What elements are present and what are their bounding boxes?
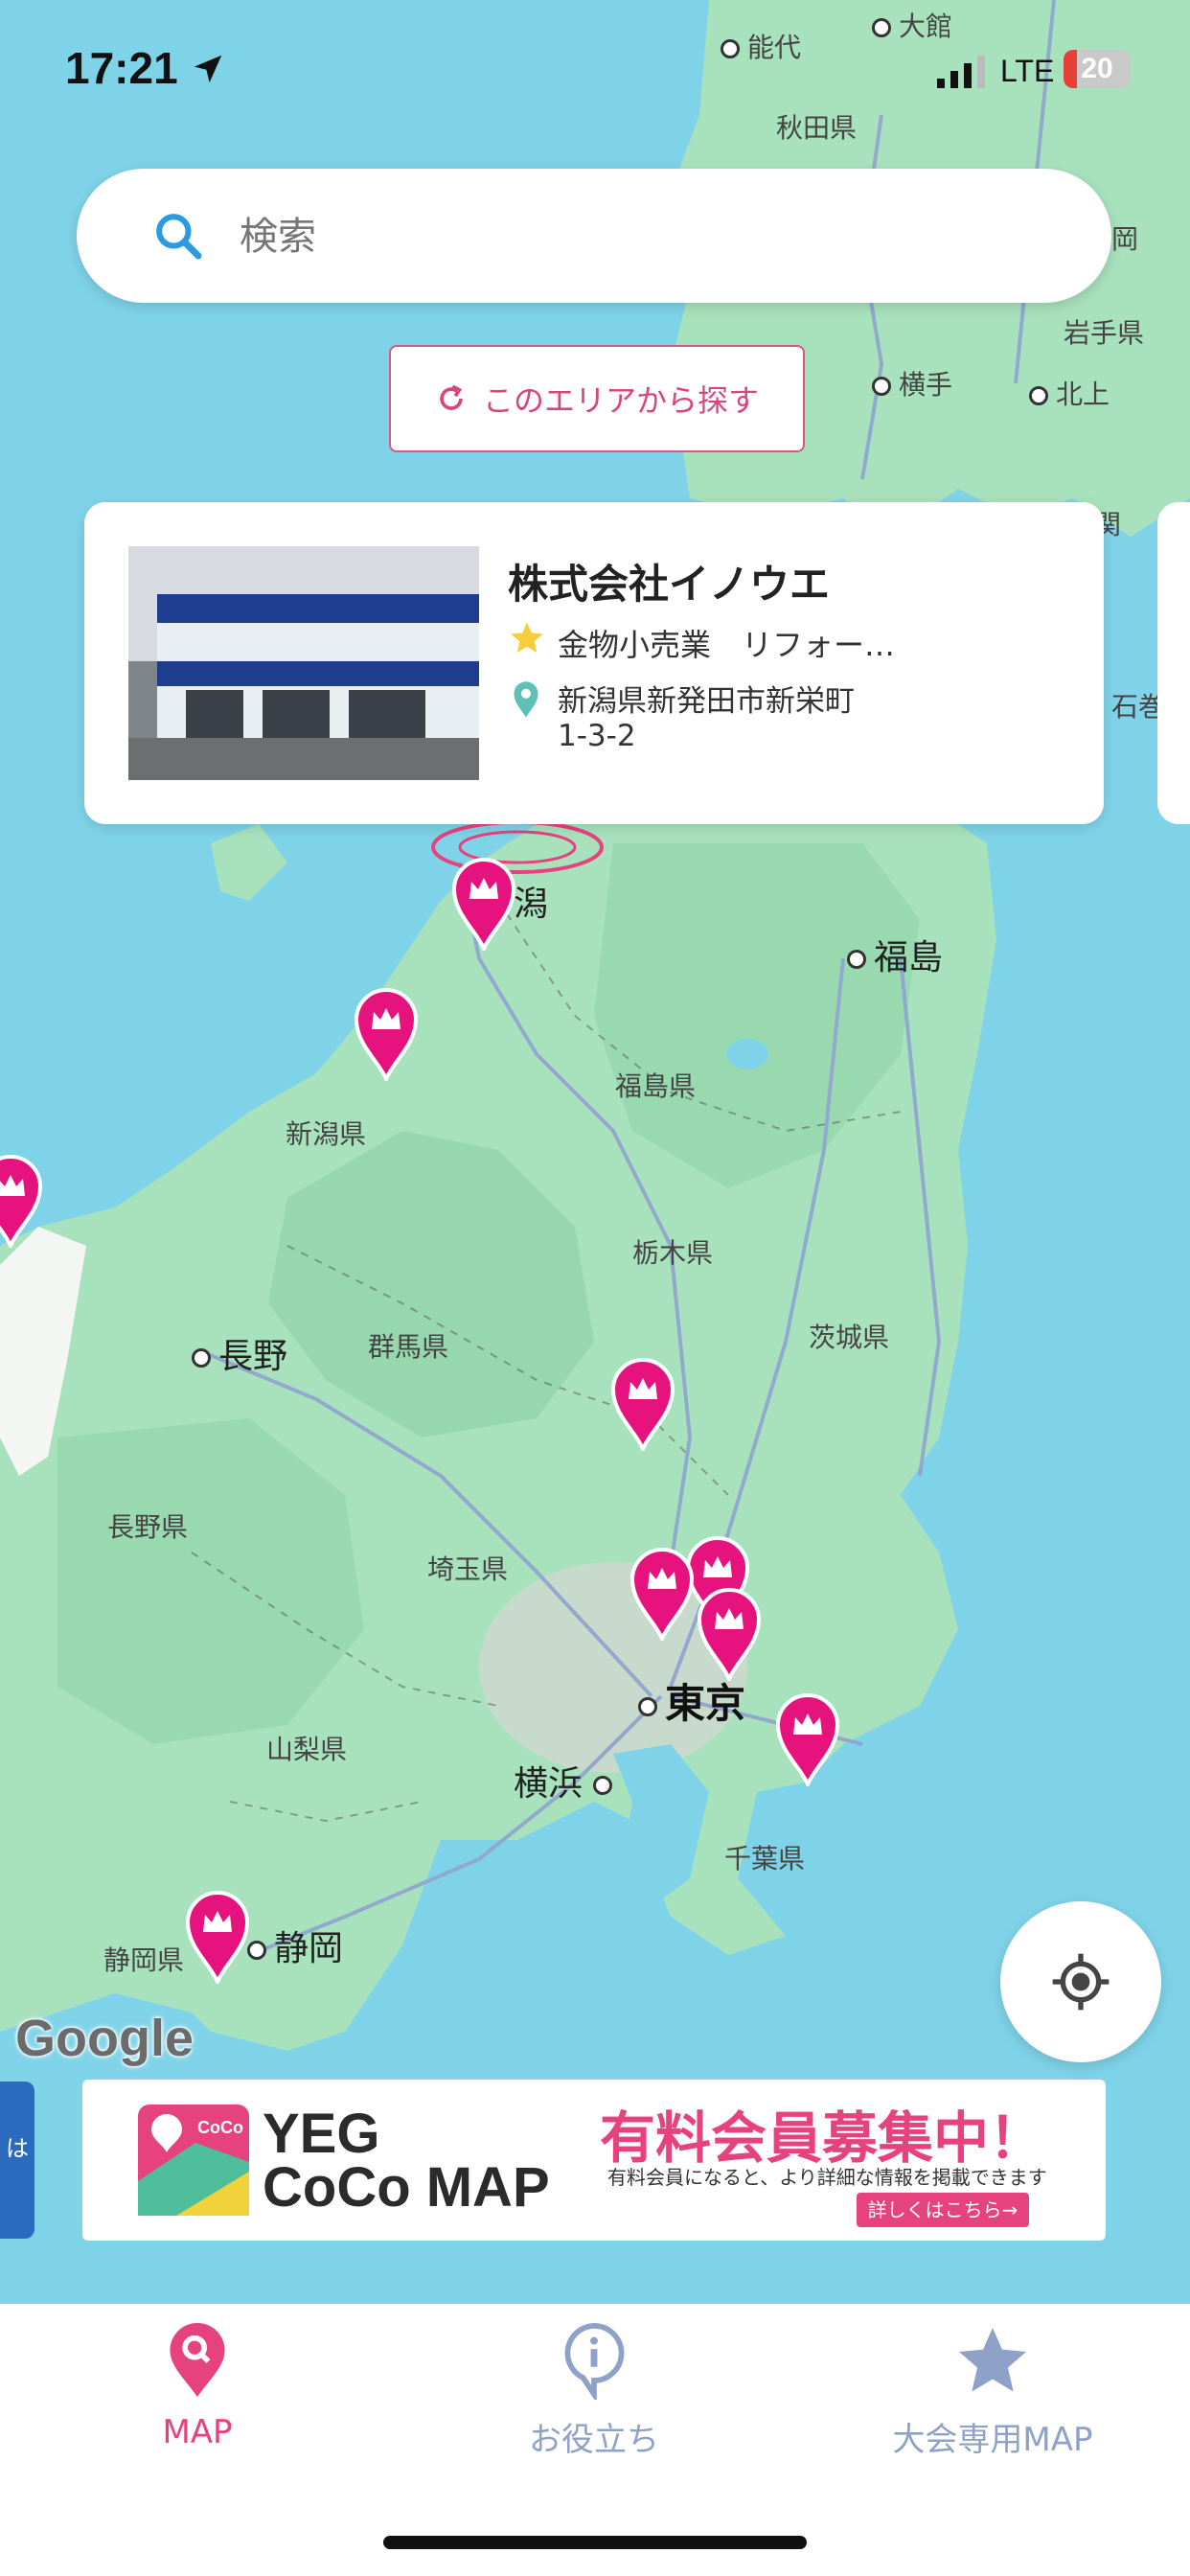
tab-map[interactable]: MAP <box>54 2323 341 2486</box>
shop-address: 新潟県新発田市新栄町 1-3-2 <box>558 684 960 753</box>
tab-tournament-map-label: 大会専用MAP <box>892 2421 1093 2459</box>
map-label-iwate-pref: 岩手県 <box>1064 317 1145 349</box>
star-icon <box>959 2328 1026 2392</box>
refresh-icon <box>440 384 463 410</box>
shop-name: 株式会社イノウエ <box>508 561 831 608</box>
home-indicator <box>383 2536 807 2549</box>
shop-category: 金物小売業 リフォー… <box>558 627 896 663</box>
map-label-nagano-pref: 長野県 <box>107 1511 189 1543</box>
map-pin[interactable] <box>0 1152 44 1248</box>
status-time: 17:21 <box>65 42 226 94</box>
tab-useful-label: お役立ち <box>529 2421 659 2459</box>
map-label-chiba-pref: 千葉県 <box>724 1843 806 1874</box>
map-pin[interactable] <box>629 1545 696 1641</box>
map-pin-niigata[interactable] <box>450 855 517 951</box>
location-arrow-icon <box>195 55 222 83</box>
map-pin[interactable] <box>353 985 420 1081</box>
network-type: LTE <box>1000 54 1055 88</box>
map-label-kitakami: 北上 <box>1029 374 1110 412</box>
map-pin[interactable] <box>774 1690 841 1786</box>
map-label-yamanashi-pref: 山梨県 <box>266 1734 348 1765</box>
search-icon <box>156 214 202 260</box>
map-label-fukushima: 福島 <box>847 930 943 979</box>
map-label-kita: 岡 <box>1111 223 1139 255</box>
shop-address-line1: 新潟県新発田市新栄町 <box>558 684 855 719</box>
membership-banner[interactable]: CoCo MAP YEG CoCo MAP 有料会員募集中！ 有料会員になると、… <box>82 2080 1106 2241</box>
search-input[interactable] <box>238 197 1065 276</box>
search-bar[interactable] <box>77 169 1111 303</box>
banner-cta-button[interactable]: 詳しくはこちら→ <box>857 2193 1029 2227</box>
map-label-shizuoka-pref: 静岡県 <box>103 1944 185 1976</box>
map-label-niigata-pref: 新潟県 <box>286 1118 367 1150</box>
map-pin[interactable] <box>609 1355 676 1451</box>
map-label-tochigi-pref: 栃木県 <box>632 1237 714 1269</box>
tab-useful[interactable]: お役立ち <box>450 2323 738 2486</box>
search-this-area-label: このエリアから探す <box>482 382 759 419</box>
search-this-area-button[interactable]: このエリアから探す <box>389 345 805 452</box>
map-label-shizuoka: 静岡 <box>247 1920 343 1970</box>
tab-map-label: MAP <box>162 2413 233 2451</box>
side-tab[interactable]: は <box>0 2082 34 2239</box>
signal-icon <box>937 56 985 88</box>
crosshair-icon <box>1052 1953 1110 2011</box>
map-label-niigata-city: 潟 <box>514 885 549 924</box>
status-bar: 17:21 LTE 20 <box>0 0 1190 144</box>
map-label-fukushima-pref: 福島県 <box>615 1070 697 1102</box>
shop-card[interactable]: 株式会社イノウエ 金物小売業 リフォー… 新潟県新発田市新栄町 1-3-2 <box>84 502 1104 824</box>
map-label-ibaraki-pref: 茨城県 <box>809 1322 890 1353</box>
location-pin-icon <box>514 681 538 718</box>
shop-address-line2: 1-3-2 <box>558 719 636 753</box>
battery-icon: 20 <box>1064 50 1131 88</box>
svg-text:CoCo MAP: CoCo MAP <box>197 2118 249 2137</box>
tab-tournament-map[interactable]: 大会専用MAP <box>849 2323 1136 2486</box>
star-icon <box>511 622 543 653</box>
next-shop-card[interactable] <box>1157 502 1190 824</box>
map-label-yokohama: 横浜 <box>514 1756 620 1806</box>
coco-map-logo: CoCo MAP <box>138 2104 286 2216</box>
map-search-pin-icon <box>170 2323 225 2398</box>
map-pin[interactable] <box>184 1888 251 1984</box>
my-location-button[interactable] <box>1000 1901 1161 2062</box>
info-bubble-icon <box>564 2323 625 2400</box>
map-label-gunma-pref: 群馬県 <box>368 1331 449 1363</box>
map-label-nagano: 長野 <box>192 1328 287 1378</box>
google-attribution: Google <box>15 2010 194 2067</box>
banner-title-line2: CoCo MAP <box>263 2156 550 2219</box>
banner-subtext: 有料会員になると、より詳細な情報を掲載できます <box>607 2166 1047 2189</box>
shop-photo <box>128 546 479 780</box>
banner-title-line1: YEG <box>263 2103 380 2165</box>
map-pin[interactable] <box>696 1585 763 1681</box>
map-label-saitama-pref: 埼玉県 <box>427 1553 509 1585</box>
map-label-yokote: 横手 <box>872 364 952 402</box>
